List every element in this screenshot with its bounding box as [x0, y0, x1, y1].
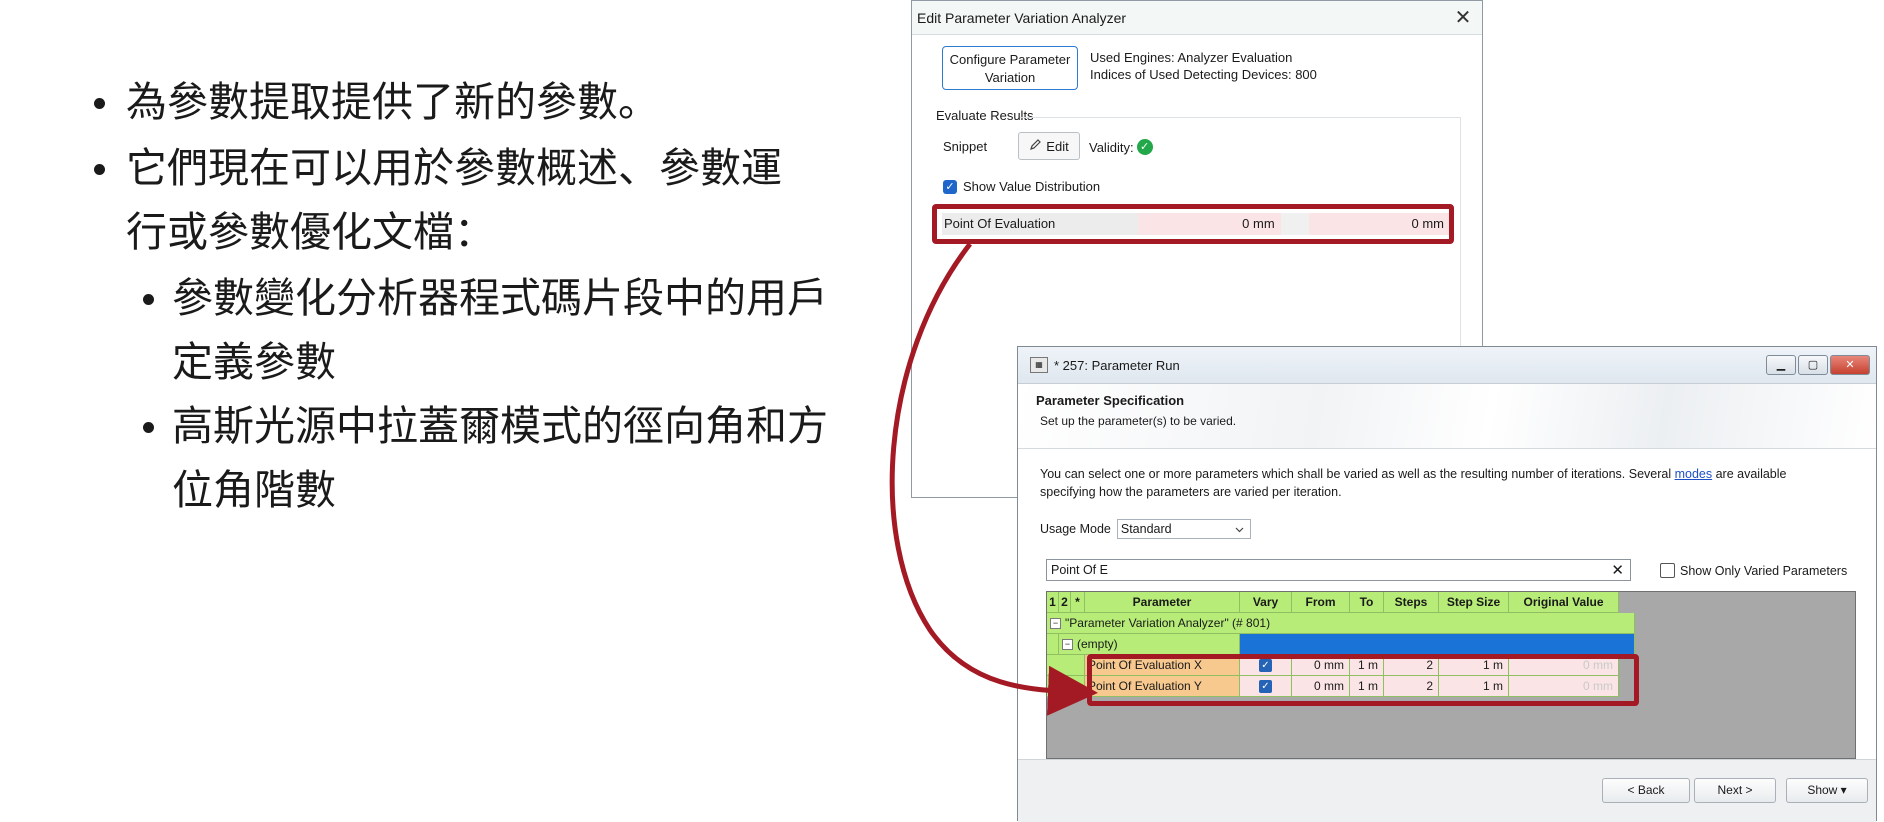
configure-parameter-variation-button[interactable]: Configure Parameter Variation	[942, 46, 1078, 90]
highlight-box-grid-rows	[1087, 654, 1639, 706]
sub-bullet-item: 高斯光源中拉蓋爾模式的徑向角和方 位角階數	[88, 394, 878, 522]
show-only-varied-checkbox[interactable]: Show Only Varied Parameters	[1660, 563, 1847, 578]
bullet-dot	[143, 422, 154, 433]
column-header[interactable]: 2	[1059, 592, 1071, 613]
sub-bullet-line2: 位角階數	[172, 467, 336, 513]
window-titlebar: ▦ * 257: Parameter Run	[1018, 347, 1876, 384]
show-value-distribution-label: Show Value Distribution	[963, 179, 1101, 194]
subgroup-row[interactable]: − (empty)	[1047, 634, 1635, 655]
dialog-title: Edit Parameter Variation Analyzer	[917, 9, 1127, 26]
maximize-icon[interactable]: ▢	[1798, 355, 1828, 375]
pencil-icon	[1029, 138, 1042, 154]
modes-link[interactable]: modes	[1675, 467, 1713, 481]
wizard-footer: < Back Next > Show ▾	[1018, 759, 1876, 822]
show-dropdown-button[interactable]: Show ▾	[1786, 778, 1868, 803]
column-header[interactable]: Step Size	[1439, 592, 1509, 613]
evaluate-results-group-label: Evaluate Results	[936, 108, 1034, 123]
configure-button-label-line2: Variation	[984, 70, 1036, 85]
tree-indent	[1047, 634, 1059, 655]
slide-bullet-list: 為參數提取提供了新的參數。 它們現在可以用於參數概述、參數運 行或參數優化文檔：…	[88, 70, 878, 522]
description-part1: You can select one or more parameters wh…	[1040, 467, 1675, 481]
collapse-icon[interactable]: −	[1062, 639, 1073, 651]
bullet-text-line2: 行或參數優化文檔：	[126, 209, 495, 255]
configure-button-label-line1: Configure Parameter	[949, 52, 1071, 67]
used-engines-text: Used Engines: Analyzer Evaluation	[1090, 50, 1293, 65]
column-header[interactable]: Vary	[1240, 592, 1292, 613]
valid-check-icon: ✓	[1136, 139, 1153, 155]
group-row[interactable]: − "Parameter Variation Analyzer" (# 801)	[1047, 613, 1635, 634]
usage-mode-control: Usage Mode Standard	[1040, 519, 1251, 539]
validity-label: Validity:	[1089, 139, 1134, 155]
validity-indicator: Validity: ✓	[1089, 139, 1153, 155]
next-button[interactable]: Next >	[1694, 778, 1776, 803]
bullet-dot	[94, 164, 105, 175]
window-title: * 257: Parameter Run	[1054, 357, 1180, 373]
search-value: Point Of E	[1051, 563, 1108, 577]
sub-bullet-line1: 參數變化分析器程式碼片段中的用戶	[172, 275, 828, 321]
column-header[interactable]: From	[1292, 592, 1350, 613]
clear-search-icon[interactable]: ✕	[1611, 561, 1624, 579]
dialog-titlebar: Edit Parameter Variation Analyzer	[912, 1, 1482, 35]
sub-bullet-line2: 定義參數	[172, 339, 336, 385]
snippet-label: Snippet	[943, 139, 988, 154]
bullet-item: 它們現在可以用於參數概述、參數運 行或參數優化文檔：	[88, 136, 878, 264]
parameter-search-input[interactable]: Point Of E ✕	[1046, 559, 1631, 581]
group-row-label: "Parameter Variation Analyzer" (# 801)	[1065, 616, 1271, 630]
checkbox-unchecked-icon[interactable]	[1660, 563, 1675, 578]
tree-indent	[1047, 655, 1085, 676]
back-button[interactable]: < Back	[1602, 778, 1690, 803]
usage-mode-label: Usage Mode	[1040, 522, 1111, 536]
wizard-header: Parameter Specification Set up the param…	[1018, 384, 1876, 449]
column-header[interactable]: 1	[1047, 592, 1059, 613]
app-icon: ▦	[1030, 357, 1048, 373]
group-row-cell: − "Parameter Variation Analyzer" (# 801)	[1047, 613, 1635, 634]
column-header[interactable]: Parameter	[1085, 592, 1240, 613]
sub-bullet-line1: 高斯光源中拉蓋爾模式的徑向角和方	[172, 403, 828, 449]
used-devices-text: Indices of Used Detecting Devices: 800	[1090, 67, 1317, 82]
engine-info: Used Engines: Analyzer Evaluation Indice…	[1090, 49, 1317, 83]
bullet-dot	[143, 294, 154, 305]
highlight-box-analyzer-field	[932, 204, 1454, 244]
edit-snippet-button[interactable]: Edit	[1018, 132, 1080, 160]
wizard-body: You can select one or more parameters wh…	[1018, 449, 1876, 759]
bullet-text: 為參數提取提供了新的參數。	[126, 79, 659, 125]
bullet-item: 為參數提取提供了新的參數。	[88, 70, 878, 134]
description-text: You can select one or more parameters wh…	[1040, 465, 1840, 501]
window-controls: ▁ ▢ ✕	[1766, 355, 1870, 375]
column-header[interactable]: Original Value	[1509, 592, 1619, 613]
bullet-text-line1: 它們現在可以用於參數概述、參數運	[126, 145, 782, 191]
subgroup-row-cell: − (empty)	[1059, 634, 1240, 655]
collapse-icon[interactable]: −	[1050, 618, 1061, 630]
section-title: Parameter Specification	[1036, 393, 1185, 408]
tree-indent	[1047, 676, 1085, 697]
show-value-distribution-checkbox[interactable]: ✓ Show Value Distribution	[943, 179, 1100, 194]
show-only-varied-label: Show Only Varied Parameters	[1680, 563, 1848, 578]
column-header[interactable]: Steps	[1384, 592, 1439, 613]
section-subtitle: Set up the parameter(s) to be varied.	[1040, 414, 1237, 428]
bullet-dot	[94, 98, 105, 109]
edit-button-label: Edit	[1046, 138, 1069, 154]
parameter-run-window: ▦ * 257: Parameter Run ▁ ▢ ✕ Parameter S…	[1017, 346, 1877, 822]
subgroup-row-label: (empty)	[1077, 637, 1118, 651]
chevron-down-icon	[1235, 522, 1244, 536]
sub-bullet-item: 參數變化分析器程式碼片段中的用戶 定義參數	[88, 266, 878, 394]
minimize-icon[interactable]: ▁	[1766, 355, 1796, 375]
column-header[interactable]: *	[1071, 592, 1085, 613]
usage-mode-value: Standard	[1120, 522, 1172, 536]
column-header[interactable]: To	[1350, 592, 1384, 613]
grid-header-row: 1 2 * Parameter Vary From To Steps Step …	[1047, 592, 1619, 613]
window-close-icon[interactable]: ✕	[1830, 355, 1870, 375]
checkbox-checked-icon[interactable]: ✓	[943, 179, 957, 194]
close-icon[interactable]: ✕	[1452, 5, 1474, 30]
selection-highlight	[1240, 634, 1635, 655]
usage-mode-select[interactable]: Standard	[1116, 519, 1251, 539]
